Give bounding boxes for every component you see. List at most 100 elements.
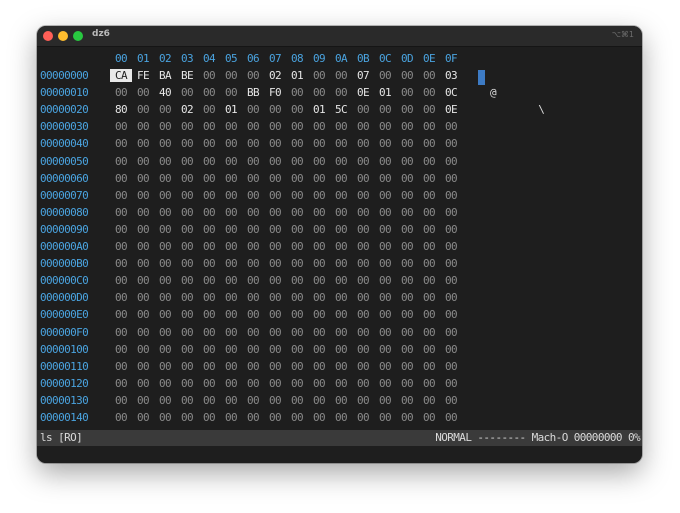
byte-cell[interactable]: 00 [396, 326, 418, 339]
byte-cell[interactable]: 00 [286, 291, 308, 304]
byte-cell[interactable]: 00 [286, 189, 308, 202]
byte-cell[interactable]: 0E [440, 103, 462, 116]
byte-cell[interactable]: 00 [132, 274, 154, 287]
byte-cell[interactable]: 00 [198, 411, 220, 424]
byte-cell[interactable]: 00 [132, 86, 154, 99]
byte-cell[interactable]: 00 [440, 360, 462, 373]
byte-cell[interactable]: 00 [418, 377, 440, 390]
byte-cell[interactable]: 00 [308, 223, 330, 236]
byte-cell[interactable]: 00 [220, 120, 242, 133]
byte-cell[interactable]: 00 [308, 394, 330, 407]
byte-cell[interactable]: 00 [418, 137, 440, 150]
byte-cell[interactable]: 00 [220, 291, 242, 304]
byte-cell[interactable]: 00 [440, 291, 462, 304]
byte-cell[interactable]: 00 [352, 411, 374, 424]
byte-cell[interactable]: 00 [154, 189, 176, 202]
byte-cell[interactable]: 00 [264, 172, 286, 185]
byte-cell[interactable]: 00 [352, 103, 374, 116]
byte-cell[interactable]: 00 [242, 394, 264, 407]
byte-cell[interactable]: 00 [220, 206, 242, 219]
byte-cell[interactable]: 00 [374, 120, 396, 133]
byte-cell[interactable]: 00 [154, 377, 176, 390]
byte-cell[interactable]: 00 [220, 257, 242, 270]
byte-cell[interactable]: 00 [374, 206, 396, 219]
byte-cell[interactable]: 00 [198, 155, 220, 168]
byte-cell[interactable]: 00 [374, 360, 396, 373]
byte-cell[interactable]: 00 [154, 172, 176, 185]
byte-cell[interactable]: 00 [264, 240, 286, 253]
byte-cell[interactable]: 00 [396, 120, 418, 133]
byte-cell[interactable]: 00 [418, 360, 440, 373]
byte-cell[interactable]: 00 [418, 394, 440, 407]
byte-cell[interactable]: 00 [374, 155, 396, 168]
byte-cell[interactable]: 00 [286, 172, 308, 185]
byte-cell[interactable]: 00 [176, 240, 198, 253]
byte-cell[interactable]: 00 [242, 155, 264, 168]
byte-cell[interactable]: 00 [220, 155, 242, 168]
byte-cell[interactable]: 00 [418, 257, 440, 270]
byte-cell[interactable]: 00 [352, 394, 374, 407]
byte-cell[interactable]: 00 [264, 291, 286, 304]
byte-cell[interactable]: 00 [220, 189, 242, 202]
byte-cell[interactable]: 00 [264, 155, 286, 168]
byte-cell[interactable]: 00 [440, 257, 462, 270]
byte-cell[interactable]: 00 [330, 172, 352, 185]
byte-cell[interactable]: 00 [110, 206, 132, 219]
byte-cell[interactable]: 00 [418, 120, 440, 133]
byte-cell[interactable]: 00 [110, 360, 132, 373]
byte-cell[interactable]: 00 [198, 103, 220, 116]
byte-cell[interactable]: 00 [110, 189, 132, 202]
byte-cell[interactable]: 00 [198, 69, 220, 82]
byte-cell[interactable]: BA [154, 69, 176, 82]
byte-cell[interactable]: 00 [132, 137, 154, 150]
byte-cell[interactable]: 00 [330, 411, 352, 424]
byte-cell[interactable]: 00 [418, 223, 440, 236]
byte-cell[interactable]: 00 [418, 343, 440, 356]
byte-cell[interactable]: 00 [110, 377, 132, 390]
byte-cell[interactable]: 00 [132, 240, 154, 253]
byte-cell[interactable]: 00 [374, 394, 396, 407]
byte-cell[interactable]: 00 [220, 326, 242, 339]
byte-cell[interactable]: 00 [286, 155, 308, 168]
byte-cell[interactable]: 00 [330, 274, 352, 287]
byte-cell[interactable]: 00 [396, 343, 418, 356]
byte-cell[interactable]: 00 [242, 291, 264, 304]
byte-cell[interactable]: 00 [352, 189, 374, 202]
byte-cell[interactable]: 00 [286, 257, 308, 270]
byte-cell[interactable]: 00 [396, 172, 418, 185]
byte-cell[interactable]: 00 [242, 103, 264, 116]
byte-cell[interactable]: 00 [396, 223, 418, 236]
byte-cell[interactable]: 00 [132, 343, 154, 356]
byte-cell[interactable]: 00 [242, 223, 264, 236]
hex-editor-view[interactable]: 00 01 02 03 04 05 06 07 08 09 0A 0B 0C 0D 0E 0F 0000000… [37, 48, 642, 431]
byte-cell[interactable]: 00 [154, 411, 176, 424]
byte-cell[interactable]: 00 [132, 257, 154, 270]
byte-cell[interactable]: 00 [330, 223, 352, 236]
byte-cell[interactable]: 80 [110, 103, 132, 116]
byte-cell[interactable]: 00 [154, 137, 176, 150]
byte-cell[interactable]: 00 [330, 394, 352, 407]
byte-cell[interactable]: 00 [352, 360, 374, 373]
byte-cell[interactable]: 00 [374, 103, 396, 116]
byte-cell[interactable]: 00 [396, 274, 418, 287]
byte-cell[interactable]: 00 [220, 69, 242, 82]
byte-cell[interactable]: 00 [198, 137, 220, 150]
byte-cell[interactable]: 00 [154, 274, 176, 287]
close-window-button[interactable] [43, 31, 53, 41]
byte-cell[interactable]: 00 [264, 394, 286, 407]
byte-cell[interactable]: 00 [396, 257, 418, 270]
byte-cell[interactable]: 00 [198, 86, 220, 99]
byte-cell[interactable]: 00 [440, 137, 462, 150]
byte-cell[interactable]: 00 [330, 360, 352, 373]
cursor-byte-cell[interactable]: CA [110, 69, 132, 82]
byte-cell[interactable]: 00 [242, 377, 264, 390]
byte-cell[interactable]: 00 [308, 240, 330, 253]
byte-cell[interactable]: 00 [242, 69, 264, 82]
byte-cell[interactable]: 00 [220, 308, 242, 321]
byte-cell[interactable]: 00 [330, 69, 352, 82]
byte-cell[interactable]: 00 [198, 308, 220, 321]
byte-cell[interactable]: 00 [132, 360, 154, 373]
byte-cell[interactable]: 00 [374, 411, 396, 424]
byte-cell[interactable]: 00 [330, 343, 352, 356]
byte-cell[interactable]: 00 [440, 189, 462, 202]
